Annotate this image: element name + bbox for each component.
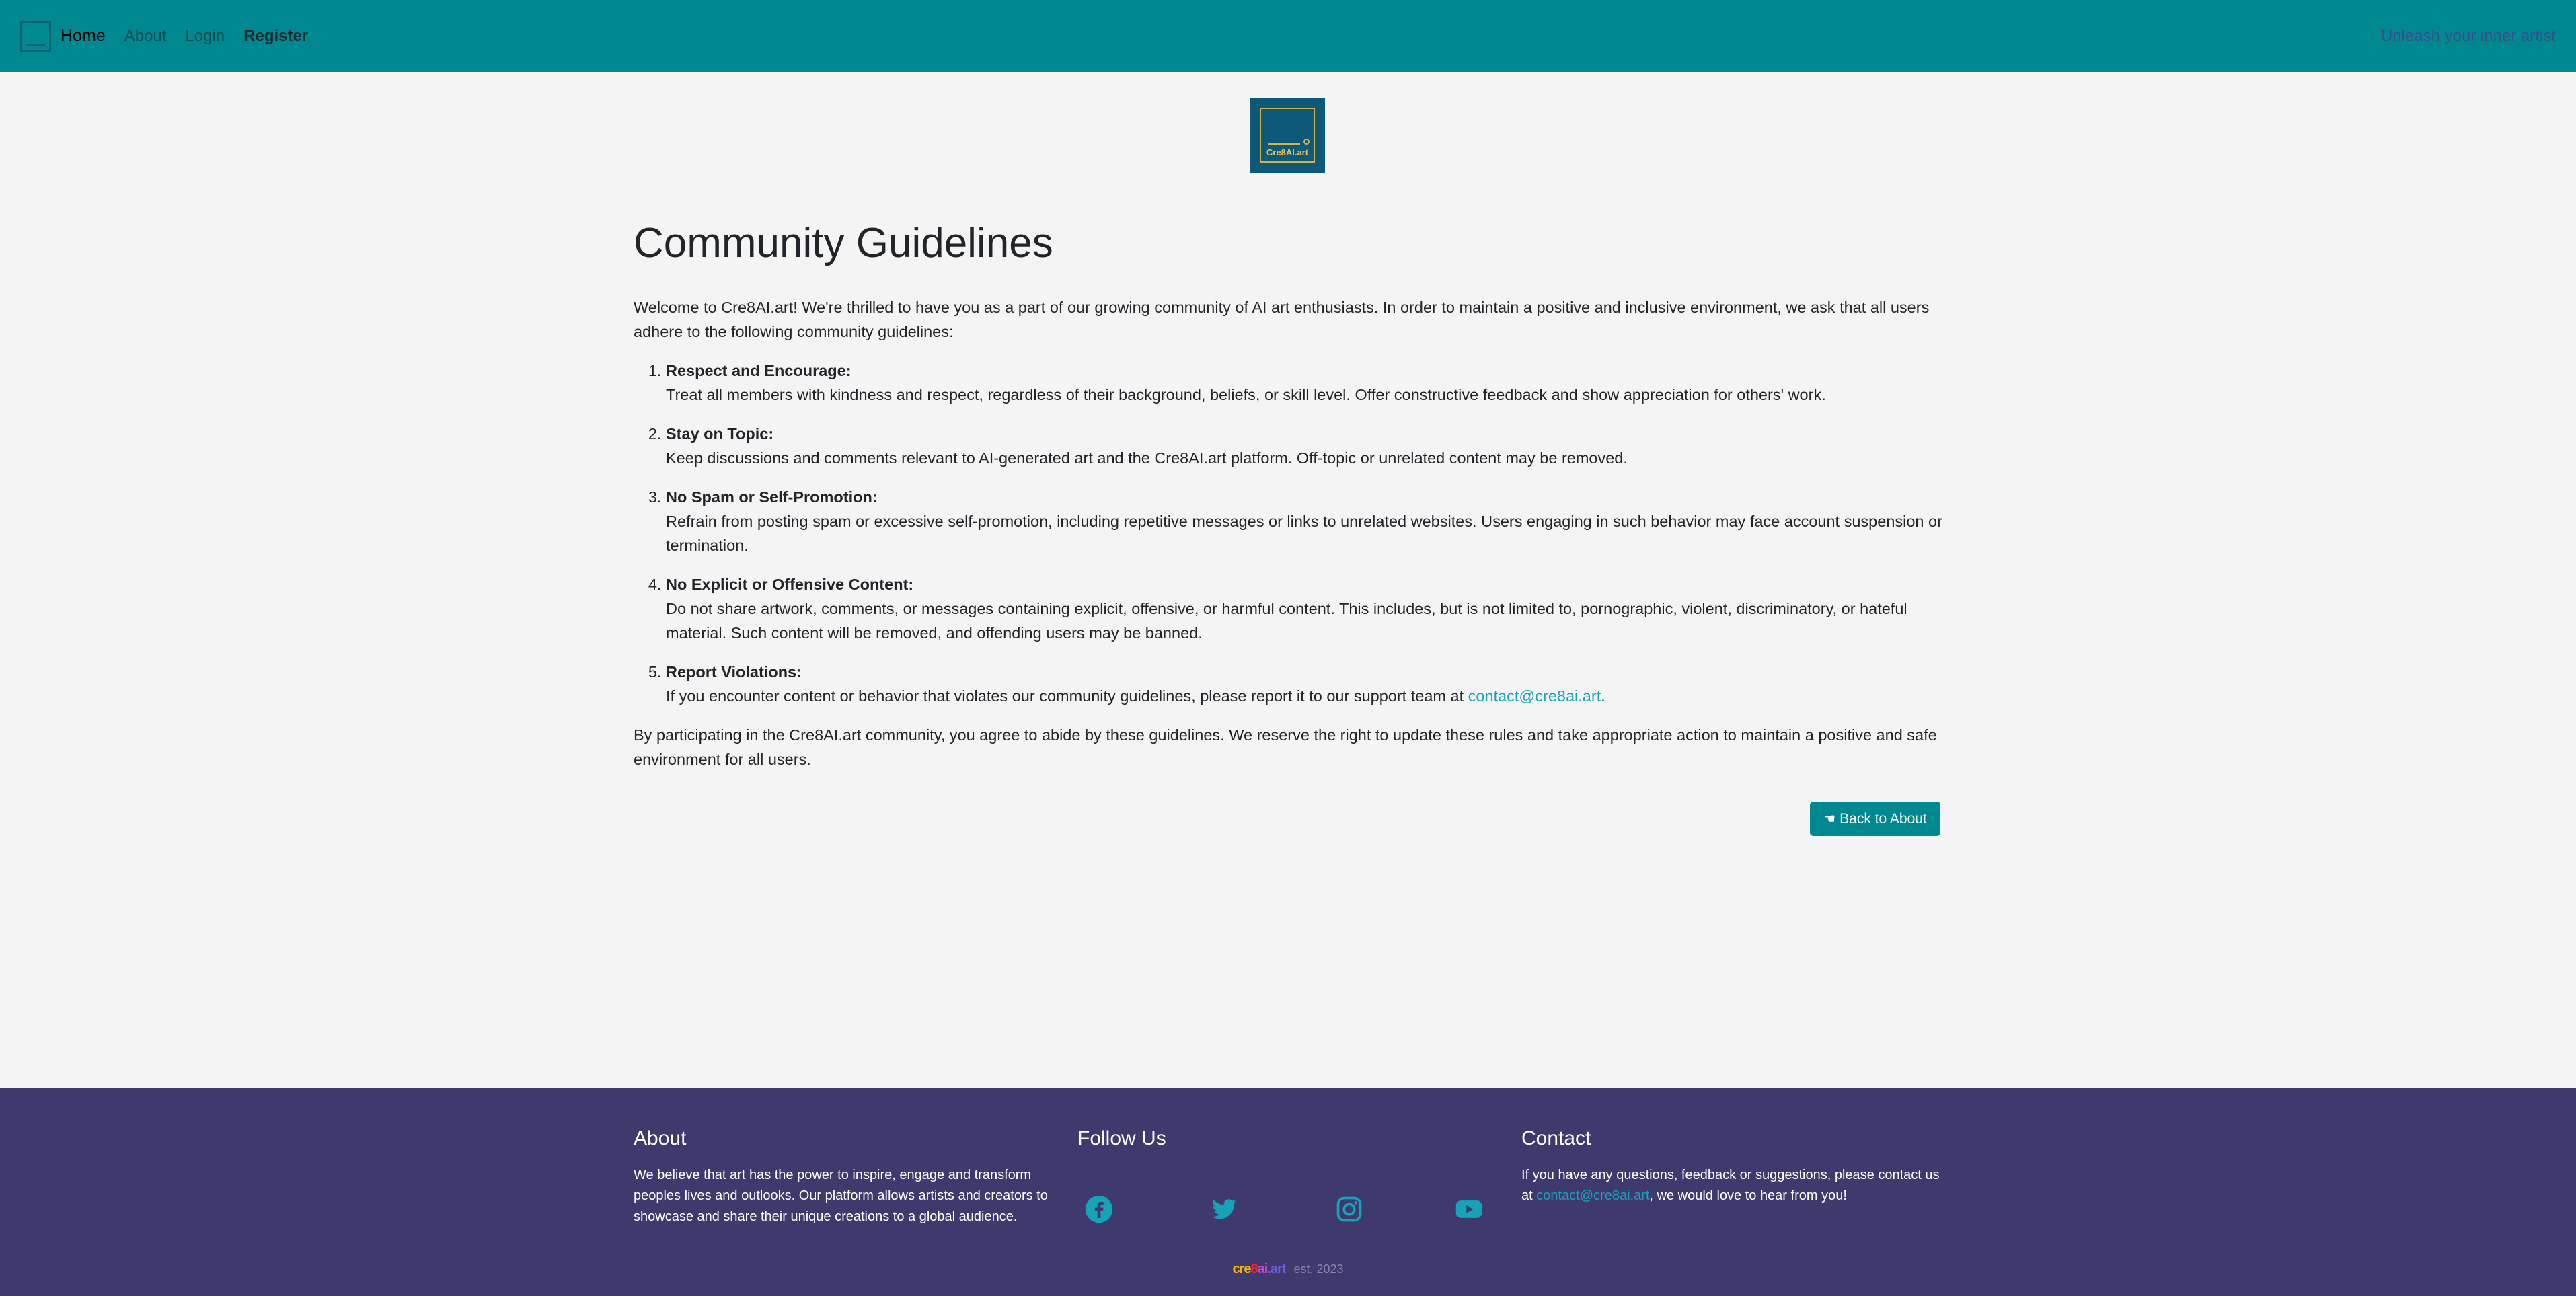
brand-logo: Cre8AI.art xyxy=(1250,98,1325,173)
footer-follow: Follow Us xyxy=(1077,1127,1501,1223)
footer-contact-text: If you have any questions, feedback or s… xyxy=(1521,1165,1945,1207)
guideline-title: Report Violations: xyxy=(666,663,802,681)
guidelines-list: Respect and Encourage: Treat all members… xyxy=(634,358,1942,708)
support-email-link[interactable]: contact@cre8ai.art xyxy=(1468,687,1601,705)
guideline-item: Respect and Encourage: Treat all members… xyxy=(666,358,1942,407)
page-title: Community Guidelines xyxy=(634,220,1053,266)
social-links xyxy=(1077,1194,1501,1228)
guideline-title: No Spam or Self-Promotion: xyxy=(666,488,878,506)
established-text: est. 2023 xyxy=(1293,1262,1344,1276)
guideline-item: No Explicit or Offensive Content: Do not… xyxy=(666,572,1942,645)
nav-home-link[interactable]: Home xyxy=(61,26,106,46)
navbar: Home About Login Register Unleash your i… xyxy=(0,0,2576,72)
nav-login-link[interactable]: Login xyxy=(185,27,225,46)
guideline-title: Stay on Topic: xyxy=(666,425,774,443)
closing-paragraph: By participating in the Cre8AI.art commu… xyxy=(634,726,1937,769)
instagram-icon[interactable] xyxy=(1334,1194,1364,1224)
footer-contact-after: , we would love to hear from you! xyxy=(1649,1188,1847,1203)
footer-contact-email-link[interactable]: contact@cre8ai.art xyxy=(1536,1188,1649,1203)
facebook-icon[interactable] xyxy=(1084,1194,1114,1224)
main-content: Community Guidelines Welcome to Cre8AI.a… xyxy=(634,219,1942,786)
nav-logo-icon[interactable] xyxy=(20,20,51,52)
footer-about-title: About xyxy=(634,1127,687,1149)
copyright: cre8ai.art est. 2023 xyxy=(0,1262,2576,1277)
intro-paragraph: Welcome to Cre8AI.art! We're thrilled to… xyxy=(634,299,1930,341)
footer-contact: Contact If you have any questions, feedb… xyxy=(1521,1127,1945,1207)
footer-follow-title: Follow Us xyxy=(1077,1127,1166,1149)
guideline-text: Keep discussions and comments relevant t… xyxy=(666,449,1628,467)
guideline-item: Stay on Topic: Keep discussions and comm… xyxy=(666,422,1942,470)
guideline-text: If you encounter content or behavior tha… xyxy=(666,687,1468,706)
brand-logo-text: Cre8AI.art xyxy=(1266,147,1309,157)
footer-logo-word: cre8ai.art xyxy=(1232,1262,1286,1276)
nav-tagline: Unleash your inner artist xyxy=(2380,26,2556,45)
guideline-text: Refrain from posting spam or excessive s… xyxy=(666,512,1942,555)
guideline-text: Treat all members with kindness and resp… xyxy=(666,386,1826,404)
guideline-title: No Explicit or Offensive Content: xyxy=(666,576,914,594)
guideline-item: Report Violations: If you encounter cont… xyxy=(666,660,1942,708)
twitter-icon[interactable] xyxy=(1209,1194,1239,1224)
nav-register-link[interactable]: Register xyxy=(243,27,308,46)
footer-about: About We believe that art has the power … xyxy=(634,1127,1057,1227)
guideline-item: No Spam or Self-Promotion: Refrain from … xyxy=(666,485,1942,558)
back-to-about-button[interactable]: ☚ Back to About xyxy=(1810,802,1940,836)
guideline-text-end: . xyxy=(1601,687,1605,706)
pointing-hand-icon: ☚ xyxy=(1823,812,1836,827)
guideline-text: Do not share artwork, comments, or messa… xyxy=(666,600,1907,642)
guideline-title: Respect and Encourage: xyxy=(666,362,851,380)
footer-about-text: We believe that art has the power to ins… xyxy=(634,1168,1048,1224)
nav-about-link[interactable]: About xyxy=(124,27,167,46)
footer-contact-title: Contact xyxy=(1521,1127,1591,1149)
youtube-icon[interactable] xyxy=(1454,1194,1484,1224)
back-to-about-label: Back to About xyxy=(1840,810,1927,827)
